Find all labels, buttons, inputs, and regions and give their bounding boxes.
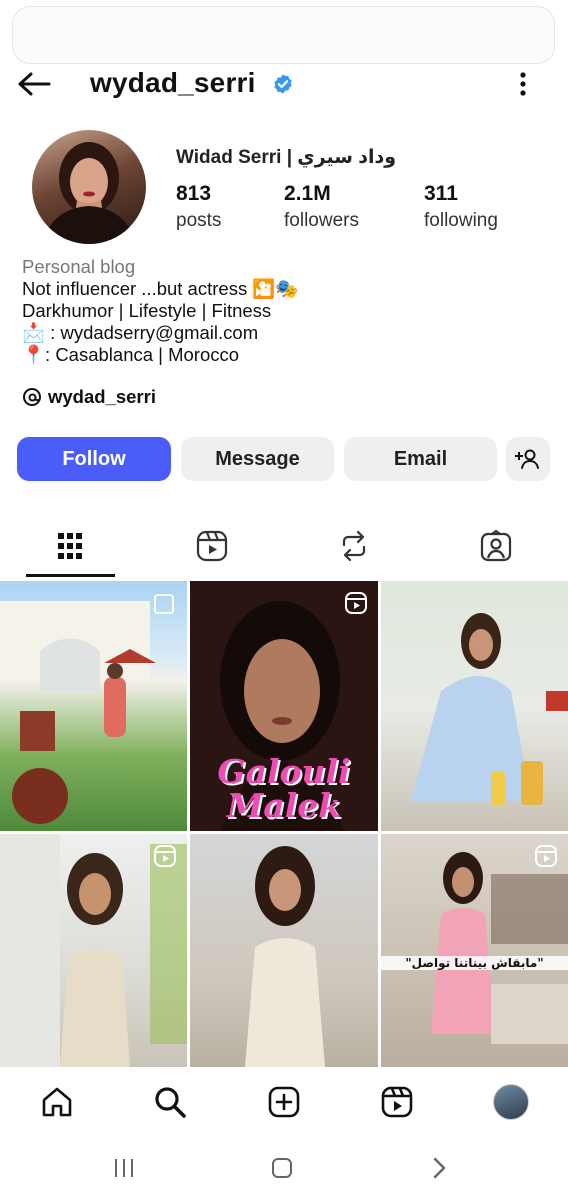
followers-count: 2.1M <box>284 182 331 205</box>
post-thumbnail[interactable]: "مابقاش بيناتنا تواصل" <box>381 834 568 1067</box>
reposts-icon <box>342 530 366 562</box>
post-thumbnail[interactable] <box>381 581 568 831</box>
nav-home[interactable] <box>37 1082 77 1122</box>
verified-badge-icon <box>274 74 292 94</box>
back-button[interactable] <box>16 68 52 100</box>
home-square-icon <box>272 1158 292 1178</box>
tab-reposts[interactable] <box>310 520 398 572</box>
post-caption-overlay: "مابقاش بيناتنا تواصل" <box>381 956 568 970</box>
post-image <box>0 594 174 824</box>
nav-search[interactable] <box>150 1082 190 1122</box>
post-image <box>431 852 568 1044</box>
post-thumbnail[interactable] <box>0 834 187 1067</box>
posts-label: posts <box>176 210 222 231</box>
post-image <box>245 846 325 1067</box>
grid-icon <box>58 533 82 559</box>
following-stat[interactable]: 311 following <box>424 182 498 232</box>
system-navigation-bar <box>0 1134 568 1200</box>
active-tab-indicator <box>26 574 115 577</box>
search-icon <box>155 1087 186 1118</box>
suggested-users-button[interactable] <box>506 437 550 481</box>
threads-icon <box>23 388 41 406</box>
back-nav-button[interactable] <box>420 1154 460 1182</box>
reels-icon <box>381 1086 413 1118</box>
threads-handle: wydad_serri <box>48 386 156 407</box>
message-button[interactable]: Message <box>181 437 334 481</box>
email-button[interactable]: Email <box>344 437 497 481</box>
tagged-icon <box>480 530 512 562</box>
bottom-navigation <box>0 1068 568 1134</box>
posts-stat[interactable]: 813 posts <box>176 182 221 232</box>
person-add-icon <box>515 449 539 469</box>
tab-tagged[interactable] <box>452 520 540 572</box>
home-button[interactable] <box>262 1154 302 1182</box>
profile-header: wydad_serri <box>0 64 568 104</box>
threads-link[interactable]: wydad_serri <box>22 386 156 408</box>
profile-username: wydad_serri <box>90 67 256 98</box>
arrow-left-icon <box>18 72 51 96</box>
reel-badge-icon <box>345 592 367 614</box>
following-count: 311 <box>424 182 458 205</box>
followers-label: followers <box>284 210 359 231</box>
nav-reels[interactable] <box>377 1082 417 1122</box>
chevron-right-icon <box>433 1157 446 1179</box>
profile-bio: Personal blog Not influencer ...but actr… <box>22 256 298 366</box>
recent-apps-button[interactable] <box>104 1154 144 1182</box>
followers-stat[interactable]: 2.1M followers <box>284 182 359 232</box>
post-thumbnail[interactable] <box>0 581 187 831</box>
profile-avatar[interactable] <box>32 130 146 244</box>
posts-count: 813 <box>176 182 212 205</box>
recent-apps-icon <box>115 1159 133 1177</box>
nav-create[interactable] <box>264 1082 304 1122</box>
more-vertical-icon <box>520 72 526 96</box>
nav-profile[interactable] <box>491 1082 531 1122</box>
post-image <box>411 613 568 805</box>
create-icon <box>268 1086 300 1118</box>
bio-line: Not influencer ...but actress 🎦🎭 <box>22 278 299 299</box>
bio-line: Darkhumor | Lifestyle | Fitness <box>22 300 272 321</box>
avatar-photo <box>42 142 136 244</box>
profile-full-name: Widad Serri | وداد سيري <box>176 147 397 168</box>
bio-email-line[interactable]: 📩 : wydadserry@gmail.com <box>22 322 298 344</box>
reel-badge-icon <box>154 845 176 867</box>
profile-avatar <box>493 1084 529 1120</box>
posts-grid: Galouli Malek "مابقاش بيناتنا تواصل" <box>0 581 568 1067</box>
bio-location-line: 📍: Casablanca | Morocco <box>22 344 240 365</box>
profile-tabs <box>0 520 568 578</box>
post-image <box>0 834 187 1067</box>
following-label: following <box>424 210 498 231</box>
more-options-button[interactable] <box>508 68 538 100</box>
follow-button[interactable]: Follow <box>17 437 171 481</box>
tab-grid[interactable] <box>26 520 114 572</box>
profile-category: Personal blog <box>22 256 136 277</box>
tab-reels[interactable] <box>168 520 256 572</box>
browser-search-bar[interactable] <box>12 6 555 64</box>
reel-badge-icon <box>535 845 557 867</box>
post-overlay-text: Galouli Malek <box>217 752 351 825</box>
post-thumbnail[interactable] <box>190 834 378 1067</box>
home-icon <box>42 1087 72 1117</box>
reels-icon <box>196 530 228 562</box>
post-thumbnail[interactable]: Galouli Malek <box>190 581 378 831</box>
